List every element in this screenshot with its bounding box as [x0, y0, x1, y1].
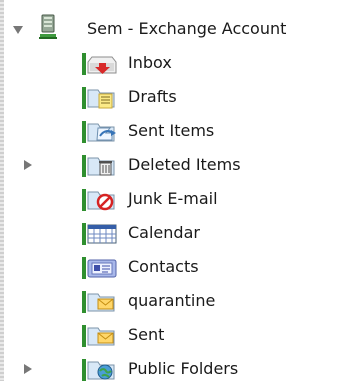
- sent-icon: [82, 325, 118, 347]
- folder-label-drafts: Drafts: [128, 87, 177, 106]
- inbox-icon: [82, 53, 118, 75]
- expanded-triangle-icon[interactable]: [12, 24, 24, 36]
- folder-row-deleted-items[interactable]: Deleted Items: [4, 148, 344, 182]
- mail-folder-tree: Sem - Exchange Account Inbox Drafts Sent…: [0, 0, 347, 381]
- collapsed-triangle-icon[interactable]: [22, 363, 34, 375]
- folder-row-junk-email[interactable]: Junk E-mail: [4, 182, 344, 216]
- exchange-account-row[interactable]: Sem - Exchange Account: [4, 12, 344, 46]
- account-server-icon: [37, 13, 61, 41]
- folder-label-contacts: Contacts: [128, 257, 199, 276]
- folder-label-deleted-items: Deleted Items: [128, 155, 241, 174]
- folder-label-sent: Sent: [128, 325, 165, 344]
- sent-items-icon: [82, 121, 118, 143]
- folder-row-contacts[interactable]: Contacts: [4, 250, 344, 284]
- public-folders-icon: [82, 359, 118, 381]
- calendar-icon: [82, 223, 118, 245]
- deleted-items-icon: [82, 155, 118, 177]
- junk-email-icon: [82, 189, 118, 211]
- folder-row-calendar[interactable]: Calendar: [4, 216, 344, 250]
- folder-row-drafts[interactable]: Drafts: [4, 80, 344, 114]
- folder-label-junk-email: Junk E-mail: [128, 189, 218, 208]
- folder-label-quarantine: quarantine: [128, 291, 216, 310]
- folder-label-public-folders: Public Folders: [128, 359, 239, 378]
- collapsed-triangle-icon[interactable]: [22, 159, 34, 171]
- folder-row-inbox[interactable]: Inbox: [4, 46, 344, 80]
- account-label: Sem - Exchange Account: [87, 19, 287, 38]
- folder-row-sent[interactable]: Sent: [4, 318, 344, 352]
- folder-row-quarantine[interactable]: quarantine: [4, 284, 344, 318]
- folder-label-calendar: Calendar: [128, 223, 200, 242]
- drafts-icon: [82, 87, 118, 109]
- folder-row-sent-items[interactable]: Sent Items: [4, 114, 344, 148]
- quarantine-icon: [82, 291, 118, 313]
- contacts-icon: [82, 257, 118, 279]
- folder-label-sent-items: Sent Items: [128, 121, 215, 140]
- folder-label-inbox: Inbox: [128, 53, 172, 72]
